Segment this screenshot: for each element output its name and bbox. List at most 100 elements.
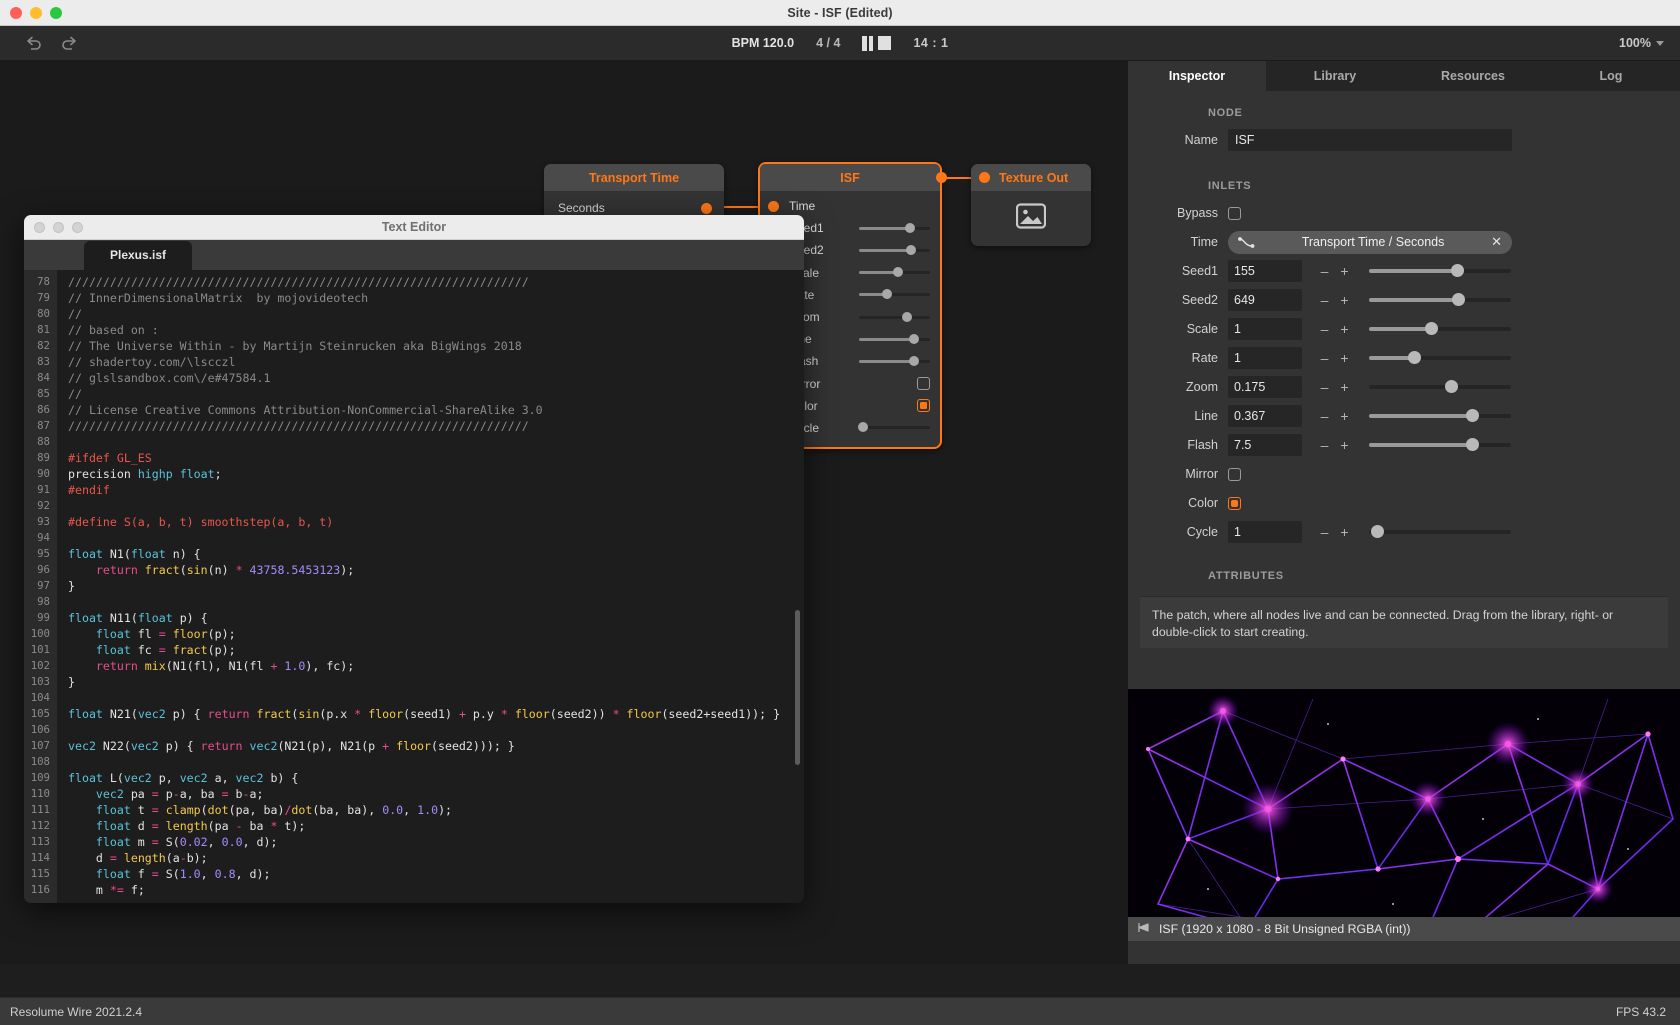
- code-line-text[interactable]: float N11(float p) {: [57, 610, 208, 626]
- code-line-text[interactable]: #define S(a, b, t) smoothstep(a, b, t): [57, 514, 333, 530]
- stop-icon[interactable]: [878, 36, 892, 50]
- code-line-text[interactable]: float N1(float n) {: [57, 546, 201, 562]
- inlet-slider-zoom[interactable]: [859, 311, 930, 323]
- inlet-slider-scale[interactable]: [859, 267, 930, 278]
- undo-arrow-icon[interactable]: [22, 32, 44, 54]
- inlet-row-time[interactable]: Time: [760, 195, 940, 217]
- code-line-text[interactable]: float f = S(1.0, 0.8, d);: [57, 866, 271, 882]
- beat-position-display[interactable]: 14 : 1: [913, 36, 948, 50]
- close-icon[interactable]: ✕: [1491, 234, 1502, 250]
- code-line-text[interactable]: [57, 690, 68, 706]
- code-line-text[interactable]: //: [57, 386, 82, 402]
- flash-slider[interactable]: [1369, 438, 1511, 452]
- zoom-slider[interactable]: [1369, 380, 1511, 394]
- flash-decrement-button[interactable]: –: [1320, 437, 1329, 453]
- code-line-text[interactable]: ////////////////////////////////////////…: [57, 274, 529, 290]
- seed2-increment-button[interactable]: +: [1340, 292, 1349, 308]
- scale-decrement-button[interactable]: –: [1320, 321, 1329, 337]
- code-line-text[interactable]: #ifdef GL_ES: [57, 450, 152, 466]
- cycle-slider[interactable]: [1369, 525, 1511, 539]
- tab-inspector[interactable]: Inspector: [1128, 61, 1266, 91]
- zoom-level-selector[interactable]: 100%: [1619, 36, 1664, 50]
- tab-log[interactable]: Log: [1542, 61, 1680, 91]
- scale-slider[interactable]: [1369, 322, 1511, 336]
- code-line-text[interactable]: [57, 594, 68, 610]
- seed1-decrement-button[interactable]: –: [1320, 263, 1329, 279]
- name-input[interactable]: [1228, 129, 1512, 151]
- cycle-increment-button[interactable]: +: [1340, 524, 1349, 540]
- code-line-text[interactable]: // InnerDimensionalMatrix by mojovideote…: [57, 290, 368, 306]
- cycle-decrement-button[interactable]: –: [1320, 524, 1329, 540]
- bpm-display[interactable]: BPM 120.0: [732, 36, 795, 50]
- code-line-text[interactable]: float fc = fract(p);: [57, 642, 236, 658]
- code-line-text[interactable]: }: [57, 674, 75, 690]
- code-line-text[interactable]: // glslsandbox.com\/e#47584.1: [57, 370, 270, 386]
- inlet-slider-seed1[interactable]: [859, 222, 930, 234]
- code-line-text[interactable]: [57, 530, 68, 546]
- zoom-increment-button[interactable]: +: [1340, 379, 1349, 395]
- code-line-text[interactable]: float N21(vec2 p) { return fract(sin(p.x…: [57, 706, 780, 722]
- inlet-port-time[interactable]: [768, 200, 779, 212]
- code-line-text[interactable]: ////////////////////////////////////////…: [57, 418, 529, 434]
- pause-icon[interactable]: [862, 35, 875, 51]
- inlet-slider-seed2[interactable]: [859, 244, 930, 256]
- rate-decrement-button[interactable]: –: [1320, 350, 1329, 366]
- scale-input[interactable]: [1228, 318, 1302, 340]
- node-texture-out-input-port[interactable]: [979, 172, 990, 183]
- seed1-slider[interactable]: [1369, 264, 1511, 278]
- code-line-text[interactable]: [57, 754, 68, 770]
- line-slider[interactable]: [1369, 409, 1511, 423]
- cycle-input[interactable]: [1228, 521, 1302, 543]
- bypass-checkbox[interactable]: [1228, 206, 1241, 220]
- code-line-text[interactable]: precision highp float;: [57, 466, 222, 482]
- flash-input[interactable]: [1228, 434, 1302, 456]
- inlet-slider-rate[interactable]: [859, 289, 930, 300]
- code-line-text[interactable]: float t = clamp(dot(pa, ba)/dot(ba, ba),…: [57, 802, 452, 818]
- inlet-checkbox-mirror[interactable]: [917, 377, 930, 391]
- scale-increment-button[interactable]: +: [1340, 321, 1349, 337]
- rate-input[interactable]: [1228, 347, 1302, 369]
- text-editor-code-area[interactable]: 78//////////////////////////////////////…: [24, 270, 804, 903]
- text-editor-window[interactable]: Text Editor Plexus.isf 78///////////////…: [24, 215, 804, 903]
- code-line-text[interactable]: // The Universe Within - by Martijn Stei…: [57, 338, 522, 354]
- time-link-pill[interactable]: Transport Time / Seconds ✕: [1228, 230, 1512, 254]
- code-line-text[interactable]: // based on :: [57, 322, 159, 338]
- code-line-text[interactable]: #endif: [57, 482, 110, 498]
- code-line-text[interactable]: [57, 498, 68, 514]
- code-line-text[interactable]: // shadertoy.com/\lscczl: [57, 354, 236, 370]
- inlet-slider-cycle[interactable]: [857, 422, 930, 433]
- code-line-text[interactable]: return mix(N1(fl), N1(fl + 1.0), fc);: [57, 658, 354, 674]
- tab-resources[interactable]: Resources: [1404, 61, 1542, 91]
- redo-arrow-icon[interactable]: [58, 32, 80, 54]
- pin-icon[interactable]: [1138, 922, 1151, 936]
- code-line-text[interactable]: [57, 434, 68, 450]
- text-editor-tab-plexus-isf[interactable]: Plexus.isf: [84, 241, 193, 270]
- mirror-checkbox[interactable]: [1228, 467, 1241, 481]
- code-line-text[interactable]: float L(vec2 p, vec2 a, vec2 b) {: [57, 770, 298, 786]
- code-vertical-scrollbar[interactable]: [795, 610, 800, 765]
- seed2-input[interactable]: [1228, 289, 1302, 311]
- rate-slider[interactable]: [1369, 351, 1511, 365]
- flash-increment-button[interactable]: +: [1340, 437, 1349, 453]
- code-line-text[interactable]: // License Creative Commons Attribution-…: [57, 402, 543, 418]
- seed1-input[interactable]: [1228, 260, 1302, 282]
- code-line-text[interactable]: m *= f;: [57, 882, 145, 898]
- color-checkbox[interactable]: [1228, 496, 1241, 510]
- inlet-checkbox-color[interactable]: [917, 399, 930, 413]
- rate-increment-button[interactable]: +: [1340, 350, 1349, 366]
- line-decrement-button[interactable]: –: [1320, 408, 1329, 424]
- time-signature-display[interactable]: 4 / 4: [816, 36, 840, 50]
- output-preview[interactable]: ISF (1920 x 1080 - 8 Bit Unsigned RGBA (…: [1128, 689, 1680, 941]
- code-line-text[interactable]: vec2 pa = p-a, ba = b-a;: [57, 786, 264, 802]
- code-line-text[interactable]: }: [57, 578, 75, 594]
- node-texture-out[interactable]: Texture Out: [971, 164, 1091, 246]
- code-line-text[interactable]: float fl = floor(p);: [57, 626, 236, 642]
- code-line-text[interactable]: float d = length(pa - ba * t);: [57, 818, 305, 834]
- tab-library[interactable]: Library: [1266, 61, 1404, 91]
- code-line-text[interactable]: d = length(a-b);: [57, 850, 208, 866]
- node-isf-output-port[interactable]: [936, 172, 947, 183]
- seed2-decrement-button[interactable]: –: [1320, 292, 1329, 308]
- zoom-decrement-button[interactable]: –: [1320, 379, 1329, 395]
- code-line-text[interactable]: //: [57, 306, 82, 322]
- zoom-input[interactable]: [1228, 376, 1302, 398]
